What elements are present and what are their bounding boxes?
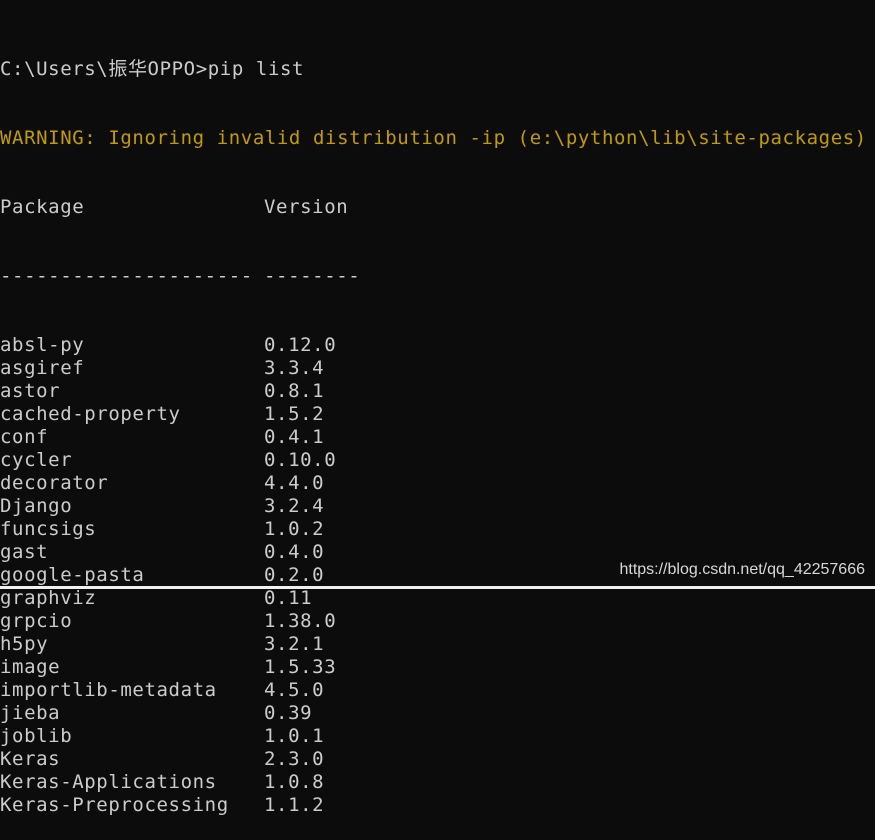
package-version: 3.3.4 [264,357,325,379]
table-row: joblib 1.0.1 [0,725,875,748]
package-version: 3.2.1 [264,633,325,655]
package-version: 3.2.4 [264,495,325,517]
table-row: h5py 3.2.1 [0,633,875,656]
package-name: gast [0,541,49,563]
package-name: asgiref [0,357,85,379]
package-name: funcsigs [0,518,97,540]
package-name: jieba [0,702,61,724]
package-version: 1.0.8 [264,771,325,793]
table-row: grpcio 1.38.0 [0,610,875,633]
command: pip list [207,58,305,80]
package-version: 1.5.2 [264,403,325,425]
package-name: absl-py [0,334,85,356]
package-name: conf [0,426,49,448]
package-version: 1.38.0 [264,610,337,632]
separator-version: -------- [264,265,361,287]
package-name: Keras-Applications [0,771,217,793]
package-version: 4.5.0 [264,679,325,701]
package-name: Keras-Preprocessing [0,794,229,816]
watermark: https://blog.csdn.net/qq_42257666 [619,561,865,578]
package-version: 0.39 [264,702,313,724]
header-package: Package [0,196,85,218]
package-version: 0.12.0 [264,334,337,356]
package-version: 0.8.1 [264,380,325,402]
package-version: 1.1.2 [264,794,325,816]
package-version: 4.4.0 [264,472,325,494]
command-line: C:\Users\振华OPPO>pip list [0,58,875,81]
table-row: Keras-Applications 1.0.8 [0,771,875,794]
table-row: jieba 0.39 [0,702,875,725]
table-row: graphviz 0.11 [0,587,875,610]
warning-line: WARNING: Ignoring invalid distribution -… [0,127,867,149]
package-name: joblib [0,725,73,747]
table-row: astor 0.8.1 [0,380,875,403]
package-name: google-pasta [0,564,145,586]
package-name: h5py [0,633,49,655]
package-name: Keras [0,748,61,770]
package-name: cached-property [0,403,181,425]
package-name: importlib-metadata [0,679,217,701]
table-row: Keras 2.3.0 [0,748,875,771]
package-name: image [0,656,61,678]
package-version: 0.4.0 [264,541,325,563]
package-version: 0.11 [264,587,313,609]
package-name: cycler [0,449,73,471]
table-row: importlib-metadata 4.5.0 [0,679,875,702]
table-row: image 1.5.33 [0,656,875,679]
package-name: graphviz [0,587,97,609]
separator-package: --------------------- [0,265,253,287]
package-version: 0.10.0 [264,449,337,471]
table-header: Package Version [0,196,875,219]
prompt: C:\Users\振华OPPO> [0,58,208,80]
package-name: Django [0,495,73,517]
package-version: 2.3.0 [264,748,325,770]
header-version: Version [264,196,349,218]
package-version: 1.0.2 [264,518,325,540]
table-row: Django 3.2.4 [0,495,875,518]
table-row: cycler 0.10.0 [0,449,875,472]
table-row: cached-property 1.5.2 [0,403,875,426]
table-row: conf 0.4.1 [0,426,875,449]
table-row: absl-py 0.12.0 [0,334,875,357]
table-row: funcsigs 1.0.2 [0,518,875,541]
table-row: asgiref 3.3.4 [0,357,875,380]
package-version: 0.4.1 [264,426,325,448]
table-row: Keras-Preprocessing 1.1.2 [0,794,875,817]
package-version: 1.0.1 [264,725,325,747]
package-name: astor [0,380,61,402]
terminal-output[interactable]: C:\Users\振华OPPO>pip list WARNING: Ignori… [0,0,875,816]
package-version: 0.2.0 [264,564,325,586]
package-name: grpcio [0,610,73,632]
package-version: 1.5.33 [264,656,337,678]
package-name: decorator [0,472,109,494]
table-separator: --------------------- -------- [0,265,875,288]
table-row: decorator 4.4.0 [0,472,875,495]
